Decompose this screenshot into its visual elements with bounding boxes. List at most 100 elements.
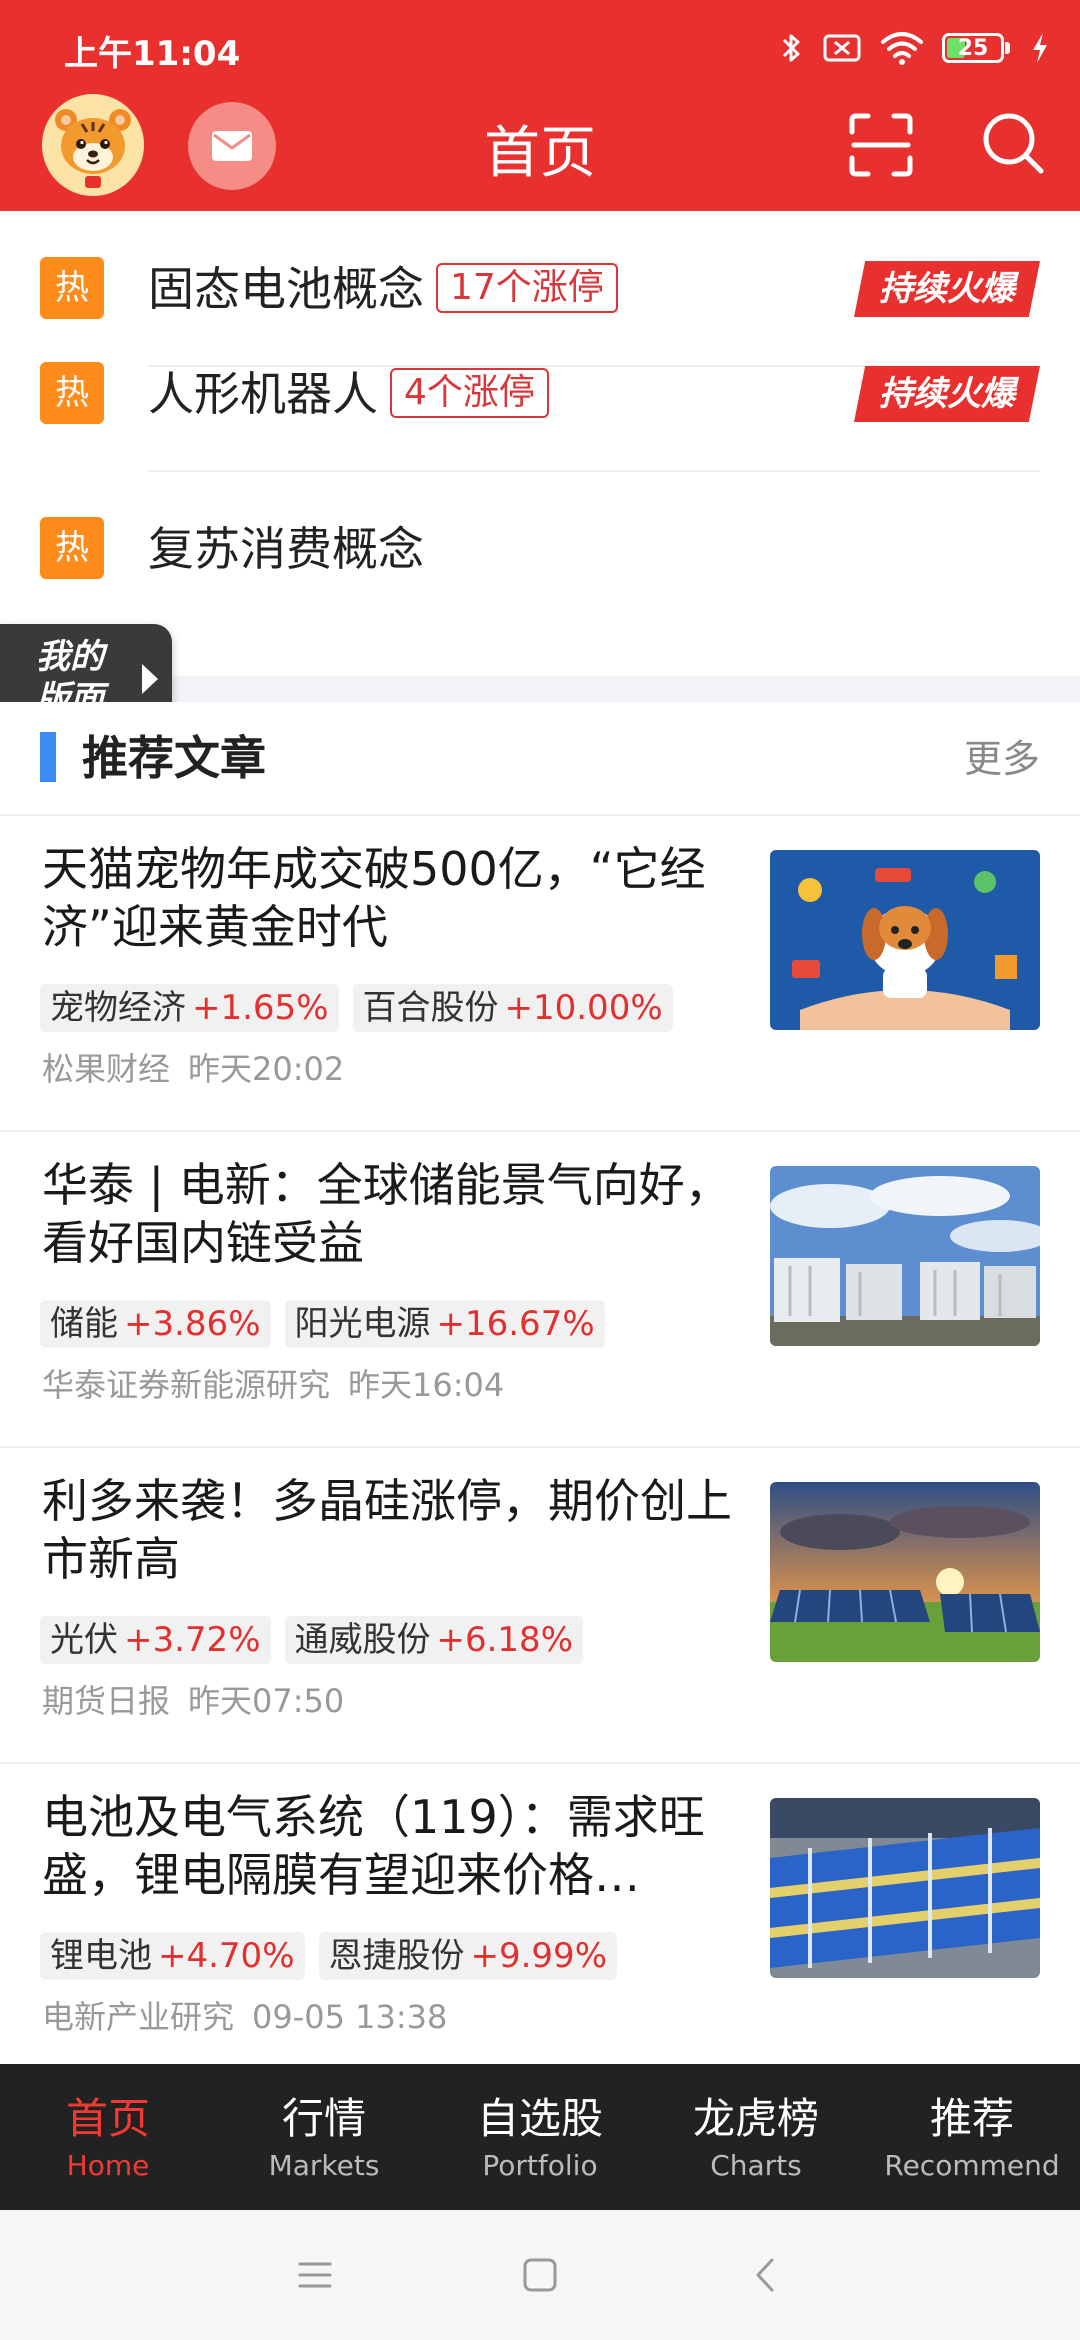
- scan-icon: [849, 113, 913, 177]
- tiger-avatar-icon: [42, 94, 144, 196]
- app-header-area: 上午11:04 25 首页: [0, 0, 1080, 211]
- battery-level: 25: [957, 36, 989, 61]
- trending-badge: 持续火爆: [854, 366, 1040, 422]
- stock-name: 阳光电源: [294, 1304, 431, 1344]
- tab-recommend[interactable]: 推荐 Recommend: [864, 2064, 1080, 2210]
- home-button[interactable]: [515, 2250, 565, 2300]
- stock-tag[interactable]: 储能 +3.86%: [40, 1300, 271, 1348]
- status-bar: 上午11:04 25: [0, 0, 1080, 90]
- stock-tags: 锂电池 +4.70% 恩捷股份 +9.99%: [40, 1932, 617, 1980]
- recent-apps-button[interactable]: [290, 2250, 340, 2300]
- stock-tags: 宠物经济 +1.65% 百合股份 +10.00%: [40, 984, 673, 1032]
- stock-name: 锂电池: [50, 1936, 152, 1976]
- article-source: 松果财经: [42, 1050, 171, 1088]
- tab-charts[interactable]: 龙虎榜 Charts: [648, 2064, 864, 2210]
- tab-sublabel: Charts: [710, 2149, 802, 2182]
- hot-topic-item[interactable]: 热 复苏消费概念: [0, 471, 1080, 627]
- stock-tags: 光伏 +3.72% 通威股份 +6.18%: [40, 1616, 583, 1664]
- hot-topic-label: 固态电池概念: [148, 262, 424, 316]
- back-button[interactable]: [742, 2250, 792, 2300]
- charging-icon: [1033, 33, 1047, 63]
- article-time: 昨天16:04: [348, 1366, 505, 1404]
- tab-sublabel: Portfolio: [482, 2149, 598, 2182]
- article-meta: 电新产业研究 09-05 13:38: [42, 1992, 447, 2038]
- battery-icon: 25: [942, 31, 1012, 65]
- tab-label: 首页: [65, 2094, 150, 2143]
- hot-topic-name: 固态电池概念 17个涨停: [148, 253, 618, 319]
- article-time: 09-05 13:38: [252, 1998, 448, 2036]
- stock-tag[interactable]: 通威股份 +6.18%: [284, 1616, 583, 1664]
- tab-label: 推荐: [929, 2094, 1014, 2143]
- article-time: 昨天20:02: [188, 1050, 345, 1088]
- sim-off-icon: [823, 34, 861, 62]
- tab-markets[interactable]: 行情 Markets: [216, 2064, 432, 2210]
- bluetooth-icon: [782, 34, 800, 62]
- stock-change: +6.18%: [436, 1620, 574, 1660]
- hot-badge: 热: [40, 517, 104, 579]
- pet-economy-illustration: [770, 850, 1040, 1030]
- article-time: 昨天07:50: [188, 1682, 345, 1720]
- status-icons: 25: [780, 28, 1050, 68]
- search-icon: [983, 113, 1044, 174]
- stock-name: 恩捷股份: [328, 1936, 465, 1976]
- stock-name: 通威股份: [294, 1620, 431, 1660]
- search-button[interactable]: [978, 108, 1048, 178]
- hot-topic-name: 复苏消费概念: [148, 513, 424, 579]
- mail-icon: [212, 131, 252, 161]
- tab-label: 行情: [281, 2094, 366, 2143]
- article-thumbnail: [770, 850, 1040, 1030]
- trending-badge: 持续火爆: [854, 261, 1040, 317]
- stock-tag[interactable]: 宠物经济 +1.65%: [40, 984, 339, 1032]
- system-nav-bar: [0, 2210, 1080, 2340]
- article-source: 华泰证券新能源研究: [42, 1366, 331, 1404]
- stock-tag[interactable]: 恩捷股份 +9.99%: [318, 1932, 617, 1980]
- article-thumbnail: [770, 1798, 1040, 1978]
- article-title: 华泰 | 电新：全球储能景气向好，看好国内链受益: [42, 1158, 731, 1270]
- hot-badge: 热: [40, 257, 104, 319]
- article-source: 期货日报: [42, 1682, 171, 1720]
- bottom-tab-bar: 首页 Home 行情 Markets 自选股 Portfolio 龙虎榜 Cha…: [0, 2064, 1080, 2210]
- stock-change: +1.65%: [192, 988, 329, 1028]
- limit-up-count-tag: 4个涨停: [390, 367, 549, 418]
- stock-name: 百合股份: [362, 988, 499, 1028]
- avatar[interactable]: [42, 94, 144, 196]
- stock-change: +10.00%: [504, 988, 663, 1028]
- stock-tag[interactable]: 百合股份 +10.00%: [352, 984, 673, 1032]
- article-card[interactable]: 天猫宠物年成交破500亿，“它经济”迎来黄金时代 宠物经济 +1.65% 百合股份…: [0, 816, 1080, 1132]
- stock-tag[interactable]: 光伏 +3.72%: [40, 1616, 271, 1664]
- hot-topic-name: 人形机器人 4个涨停: [148, 358, 549, 424]
- tab-home[interactable]: 首页 Home: [0, 2064, 216, 2210]
- article-meta: 松果财经 昨天20:02: [42, 1044, 344, 1090]
- recommend-section-header: 推荐文章 更多: [0, 702, 1080, 816]
- article-meta: 期货日报 昨天07:50: [42, 1676, 344, 1722]
- wifi-icon: [881, 32, 923, 65]
- stock-tag[interactable]: 锂电池 +4.70%: [40, 1932, 305, 1980]
- home-square-icon: [523, 2258, 557, 2292]
- scan-button[interactable]: [846, 110, 916, 180]
- status-time: 上午11:04: [64, 34, 241, 74]
- hot-topic-label: 人形机器人: [148, 367, 378, 421]
- article-card[interactable]: 电池及电气系统（119）：需求旺盛，锂电隔膜有望迎来价格… 锂电池 +4.70% …: [0, 1764, 1080, 2080]
- hot-badge: 热: [40, 362, 104, 424]
- article-title: 电池及电气系统（119）：需求旺盛，锂电隔膜有望迎来价格…: [42, 1790, 705, 1902]
- battery-factory-photo: [770, 1798, 1040, 1978]
- article-thumbnail: [770, 1482, 1040, 1662]
- article-card[interactable]: 利多来袭！多晶硅涨停，期价创上市新高 光伏 +3.72% 通威股份 +6.18% 期…: [0, 1448, 1080, 1764]
- more-link[interactable]: 更多: [964, 728, 1040, 783]
- tab-sublabel: Markets: [268, 2149, 380, 2182]
- stock-change: +16.67%: [436, 1304, 595, 1344]
- article-source: 电新产业研究: [42, 1998, 235, 2036]
- stock-change: +3.86%: [124, 1304, 261, 1344]
- stock-tags: 储能 +3.86% 阳光电源 +16.67%: [40, 1300, 605, 1348]
- tab-label: 自选股: [476, 2094, 603, 2143]
- article-title: 利多来袭！多晶硅涨停，期价创上市新高: [42, 1474, 732, 1586]
- hot-topic-item[interactable]: 热 人形机器人 4个涨停 持续火爆: [0, 316, 1080, 472]
- article-card[interactable]: 华泰 | 电新：全球储能景气向好，看好国内链受益 储能 +3.86% 阳光电源 +1…: [0, 1132, 1080, 1448]
- message-button[interactable]: [188, 102, 276, 190]
- tab-sublabel: Home: [66, 2149, 150, 2182]
- chevron-right-icon: [142, 664, 158, 694]
- stock-tag[interactable]: 阳光电源 +16.67%: [284, 1300, 605, 1348]
- hot-topic-list: 热 固态电池概念 17个涨停 持续火爆 热 人形机器人 4个涨停 持续火爆 热 复苏…: [0, 211, 1080, 681]
- page-title: 首页: [484, 121, 596, 186]
- tab-portfolio[interactable]: 自选股 Portfolio: [432, 2064, 648, 2210]
